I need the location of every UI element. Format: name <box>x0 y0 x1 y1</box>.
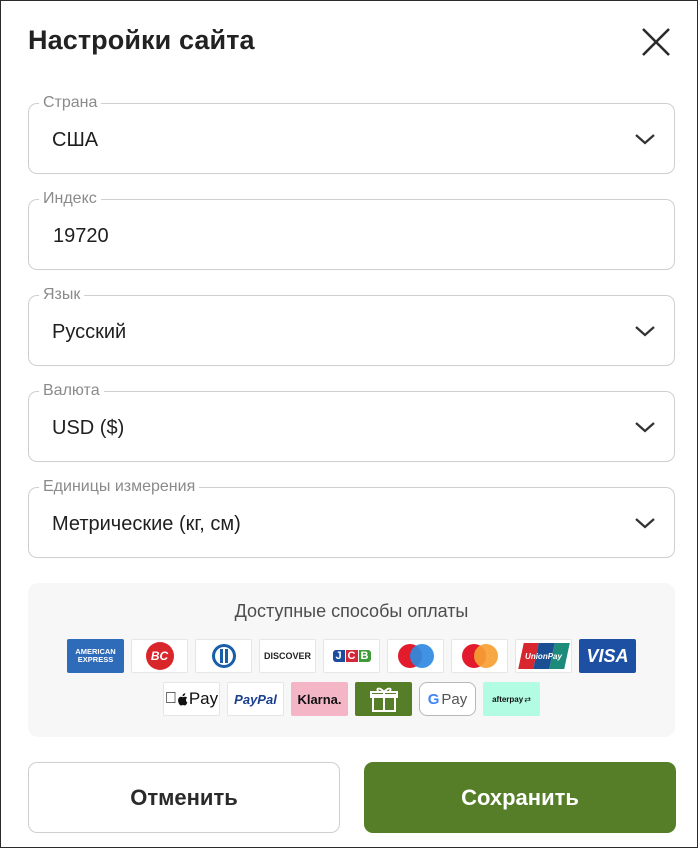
american-express-icon: AMERICAN EXPRESS <box>67 639 124 673</box>
close-button[interactable] <box>637 23 675 61</box>
payment-methods-title: Доступные способы оплаты <box>234 601 469 621</box>
zip-field[interactable]: Индекс <box>28 189 675 270</box>
maestro-icon <box>387 639 444 673</box>
zip-input[interactable] <box>53 214 613 258</box>
cancel-button[interactable]: Отменить <box>28 762 340 833</box>
klarna-icon: Klarna. <box>291 682 348 716</box>
mastercard-icon <box>451 639 508 673</box>
visa-icon: VISA <box>579 639 636 673</box>
country-value: США <box>52 129 99 151</box>
country-label: Страна <box>39 93 102 113</box>
paypal-icon: PayPal <box>227 682 284 716</box>
payment-methods-panel: Доступные способы оплаты AMERICAN EXPRES… <box>28 583 675 737</box>
save-button[interactable]: Сохранить <box>364 762 676 833</box>
apple-pay-icon:  Pay <box>163 682 220 716</box>
chevron-down-icon <box>635 326 655 337</box>
chevron-down-icon <box>635 518 655 529</box>
payment-icons-row-1: AMERICAN EXPRESS BC DISCOVER J C B Union… <box>28 639 675 673</box>
language-label: Язык <box>39 285 85 305</box>
units-label: Единицы измерения <box>39 477 200 497</box>
chevron-down-icon <box>635 134 655 145</box>
payment-icons-row-2:  Pay PayPal Klarna. <box>28 682 675 716</box>
currency-select[interactable]: Валюта USD ($) <box>28 381 675 462</box>
gift-card-icon <box>355 682 412 716</box>
jcb-icon: J C B <box>323 639 380 673</box>
dialog-title: Настройки сайта <box>28 25 255 55</box>
google-pay-icon: G Pay <box>419 682 476 716</box>
units-value: Метрические (кг, см) <box>52 513 241 535</box>
currency-value: USD ($) <box>52 417 125 439</box>
chevron-down-icon <box>635 422 655 433</box>
close-icon <box>642 28 670 56</box>
country-select[interactable]: Страна США <box>28 93 675 174</box>
afterpay-icon: afterpay ⇄ <box>483 682 540 716</box>
site-settings-dialog: Настройки сайта Страна США Индекс Язык Р… <box>0 0 698 848</box>
language-select[interactable]: Язык Русский <box>28 285 675 366</box>
bc-card-icon: BC <box>131 639 188 673</box>
zip-label: Индекс <box>39 189 101 209</box>
discover-icon: DISCOVER <box>259 639 316 673</box>
unionpay-icon: UnionPay <box>515 639 572 673</box>
diners-club-icon <box>195 639 252 673</box>
language-value: Русский <box>52 321 127 343</box>
units-select[interactable]: Единицы измерения Метрические (кг, см) <box>28 477 675 558</box>
currency-label: Валюта <box>39 381 104 401</box>
